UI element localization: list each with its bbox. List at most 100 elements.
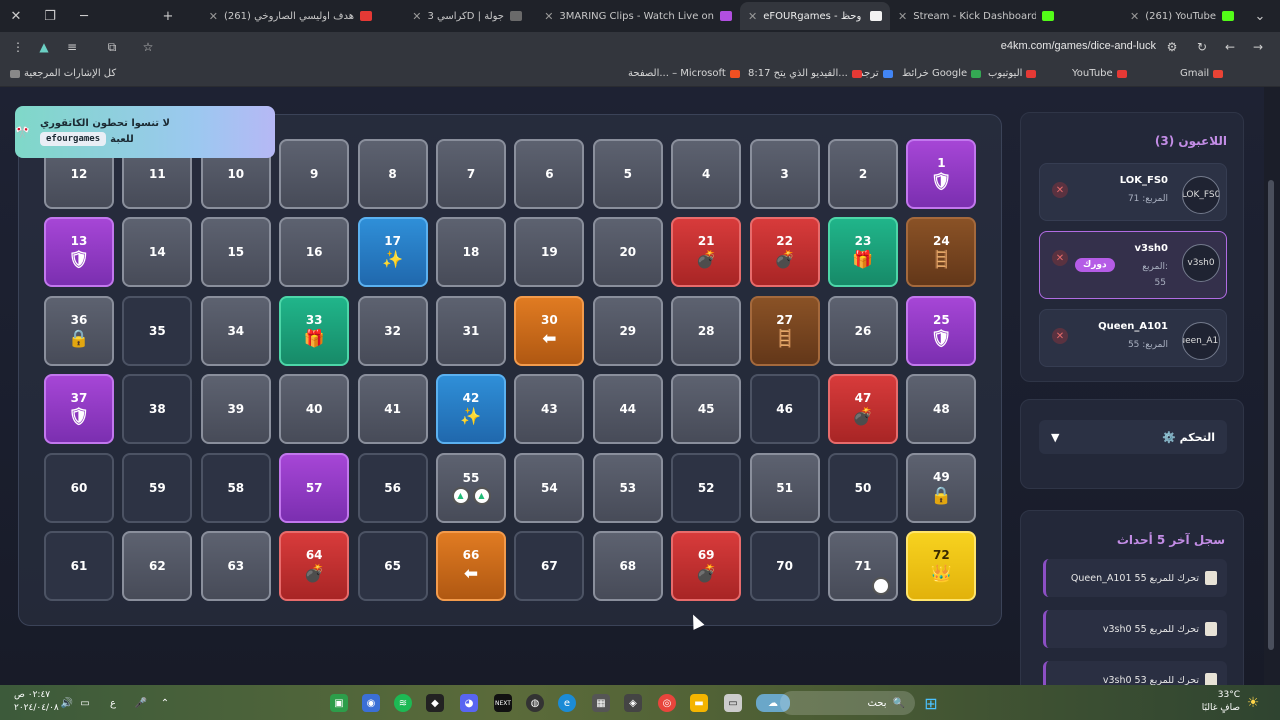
remove-player-icon[interactable]: ✕	[1052, 328, 1068, 344]
store-icon[interactable]: ▦	[592, 694, 610, 712]
new-tab-icon[interactable]: +	[154, 2, 182, 30]
app-icon-13[interactable]: ▭	[724, 694, 742, 712]
board-cell-59: 59	[122, 452, 193, 523]
next-icon[interactable]: NEXT	[494, 694, 512, 712]
restore-window-icon[interactable]: ❐	[36, 2, 64, 30]
bookmark-3[interactable]: خرائط Google	[902, 68, 982, 79]
volume-icon[interactable]: 🔊	[58, 694, 76, 712]
cell-number: 66	[462, 548, 480, 562]
file-explorer-icon[interactable]: ▬	[690, 694, 708, 712]
tab-list-icon[interactable]: ⌄	[1246, 2, 1274, 30]
close-tab-icon[interactable]: ✕	[748, 10, 757, 23]
cell-number: 45	[697, 402, 715, 417]
weather-icon: ☀	[1246, 695, 1260, 711]
cell-number: 67	[541, 559, 558, 573]
cell-icon: 🛡	[68, 250, 90, 271]
site-settings-icon[interactable]: ⚙	[1164, 39, 1180, 55]
tab-5[interactable]: ✕ (261) YouTube	[1062, 2, 1242, 30]
close-tab-icon[interactable]: ✕	[412, 10, 421, 23]
network-icon[interactable]: ▭	[76, 694, 94, 712]
chrome-icon[interactable]: ◎	[658, 694, 676, 712]
scrollbar-thumb[interactable]	[1268, 180, 1274, 650]
game-board: 12 11 10 9 8 7 6 5 4 3 2 1 🛡 13 🛡 14 15 16 17 ✨ 18 19 20 21 💣 22 💣…	[18, 114, 1002, 626]
tab-3[interactable]: ✕ eFOURgames - نرد وحظ	[740, 2, 890, 30]
cell-number: 7	[466, 167, 476, 181]
turn-badge: دورك	[1075, 258, 1115, 272]
tab-1[interactable]: ✕ كراسي 3D | جولة	[380, 2, 530, 30]
cell-number: 49	[933, 469, 950, 484]
close-tab-icon[interactable]: ✕	[544, 10, 553, 23]
taskbar-search[interactable]: بحث 🔍	[780, 691, 915, 715]
cell-icon: 🪜	[930, 250, 952, 271]
weather-widget[interactable]: 33°C صافٍ غالبًا	[1202, 689, 1240, 715]
obs-icon[interactable]: ◍	[526, 694, 544, 712]
control-panel: ▼ ⚙️ التحكم	[1020, 399, 1244, 489]
tab-2[interactable]: ✕ 3MARING Clips - Watch Live on	[530, 2, 740, 30]
spotify-icon[interactable]: ≋	[394, 694, 412, 712]
weather-temp: 33°C	[1217, 690, 1240, 700]
menu-dots-icon[interactable]: ⋮	[10, 39, 26, 55]
board-cell-25: 25 🛡	[906, 295, 977, 366]
start-icon[interactable]: ⊞	[922, 694, 940, 713]
board-cell-1: 1 🛡	[906, 139, 977, 209]
share-icon[interactable]: ⧉	[104, 39, 120, 55]
close-tab-icon[interactable]: ✕	[898, 10, 907, 23]
cell-number: 5	[623, 167, 632, 181]
extension-icon[interactable]: ▲	[36, 39, 52, 55]
board-cell-63: 63	[200, 531, 271, 601]
cell-number: 28	[697, 323, 715, 338]
app-icon-2[interactable]: ◉	[362, 694, 380, 712]
board-cell-53: 53	[592, 452, 663, 523]
chevron-down-icon: ▼	[1051, 430, 1060, 444]
bookmark-5[interactable]: 8:17 الفيديو الذي يتح...	[748, 68, 862, 79]
reload-icon[interactable]: ↻	[1194, 39, 1210, 55]
tray-chevron-icon[interactable]: ⌃	[156, 694, 174, 712]
document-icon	[1205, 673, 1217, 685]
language-indicator[interactable]: ع	[104, 694, 122, 712]
app-icon-4[interactable]: ◆	[426, 694, 444, 712]
bookmark-star-icon[interactable]: ☆	[140, 39, 156, 55]
tab-0[interactable]: ✕ (261) هدف اوليسي الصاروخي	[198, 2, 380, 30]
close-tab-icon[interactable]: ✕	[1130, 10, 1139, 23]
remove-player-icon[interactable]: ✕	[1052, 182, 1068, 198]
minimize-window-icon[interactable]: ─	[70, 2, 98, 30]
board-cell-28: 28	[671, 295, 742, 366]
cell-number: 68	[619, 559, 637, 573]
clock[interactable]: ٠٢:٤٧ ص ٢٠٢٤/٠٤/٠٨	[14, 689, 59, 715]
player-card-v3sh0: v3sh0 v3sh0 المربع: ✕ 55 دورك	[1039, 231, 1227, 299]
control-toggle[interactable]: ▼ ⚙️ التحكم	[1039, 420, 1227, 454]
back-icon[interactable]: →	[1250, 39, 1266, 55]
player-token-icon: ▲	[472, 486, 491, 505]
board-cell-14: 14	[122, 217, 193, 288]
toast-line2: للعبة	[110, 133, 134, 145]
reading-list-icon[interactable]: ≡	[64, 39, 80, 55]
edge-icon[interactable]: e	[558, 694, 576, 712]
board-cell-62: 62	[122, 531, 193, 601]
discord-icon[interactable]: ◕	[460, 694, 478, 712]
cell-icon: 💣	[695, 564, 717, 584]
bookmark-0[interactable]: Gmail	[1180, 68, 1224, 79]
cell-number: 55	[462, 470, 480, 485]
bookmark-6[interactable]: الصفحة... – Microsoft	[628, 68, 740, 79]
bookmark-label: 8:17 الفيديو الذي يتح...	[748, 68, 848, 79]
cell-icon: 🛡	[68, 407, 90, 428]
forward-icon[interactable]: ←	[1222, 39, 1238, 55]
bookmark-1[interactable]: YouTube	[1072, 68, 1127, 79]
bookmark-label: الصفحة... – Microsoft	[628, 68, 726, 79]
tab-title: eFOURgames - نرد وحظ	[763, 10, 864, 22]
bookmark-7[interactable]: كل الإشارات المرجعية	[10, 68, 116, 79]
tab-4[interactable]: ✕ Stream - Kick Dashboard	[890, 2, 1062, 30]
remove-player-icon[interactable]: ✕	[1052, 250, 1068, 266]
board-cell-66: 66 ⬅	[436, 531, 506, 601]
bookmark-2[interactable]: اليوتيوب	[988, 68, 1037, 79]
close-tab-icon[interactable]: ✕	[209, 10, 218, 23]
cell-number: 29	[619, 323, 637, 338]
close-window-icon[interactable]: ✕	[2, 2, 30, 30]
url-field[interactable]: e4km.com/games/dice-and-luck	[1001, 40, 1156, 52]
mic-icon[interactable]: 🎤	[132, 694, 150, 712]
player-token-icon: ▲	[451, 486, 470, 505]
cell-number: 50	[854, 480, 872, 495]
cell-number: 70	[776, 559, 793, 573]
app-icon-10[interactable]: ◈	[624, 694, 642, 712]
app-icon-1[interactable]: ▣	[330, 694, 348, 712]
